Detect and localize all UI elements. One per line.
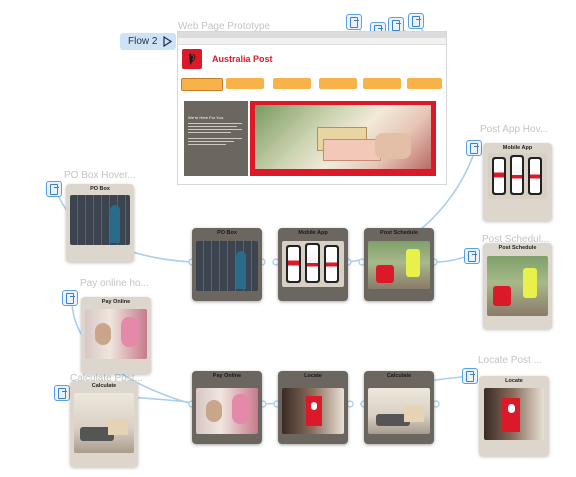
card-title: Calculate [91,383,117,389]
card-mobile-app-hover[interactable]: Mobile App [483,143,552,221]
brand-header: Australia Post [178,45,446,72]
screen-node-icon[interactable] [346,14,362,30]
browser-addressbar[interactable] [178,38,446,45]
screen-node-icon[interactable] [62,290,78,306]
screen-node-icon[interactable] [408,13,424,29]
hero-section: We're Here For You. [184,101,436,176]
card-pay-online[interactable]: Pay Online [192,371,262,444]
po-box-image [70,195,130,245]
card-title: Mobile App [502,145,533,151]
hero-body-lines [188,123,242,145]
card-po-box[interactable]: PO Box [192,228,262,301]
annotation-post-app-hover: Post App Hov... [480,124,549,135]
card-title: Locate [505,378,523,384]
card-title: Post Schedule [498,245,537,251]
nav-bar [181,78,443,91]
nav-item[interactable] [319,78,357,89]
card-title: Locate [304,373,322,379]
card-title: Pay Online [212,373,242,379]
card-post-schedule-hover[interactable]: Post Schedule [483,243,552,329]
nav-item[interactable] [363,78,401,89]
nav-item[interactable] [226,78,264,89]
card-calculate[interactable]: Calculate [364,371,434,444]
post-office-image [282,388,344,434]
annotation-po-box-hover: PO Box Hover... [64,170,136,181]
hero-image [250,101,436,176]
card-calculate-hover[interactable]: Calculate [70,381,138,467]
brand-name: Australia Post [212,54,273,64]
po-box-image [196,241,258,291]
delivery-image [368,241,430,289]
australia-post-logo[interactable] [182,49,202,69]
card-post-schedule[interactable]: Post Schedule [364,228,434,301]
card-pay-online-hover[interactable]: Pay Online [81,297,151,374]
hero-text-panel: We're Here For You. [184,101,248,176]
nav-item[interactable] [407,78,442,89]
delivery-image [487,256,548,316]
screen-node-icon[interactable] [464,248,480,264]
scale-image [368,388,430,434]
card-po-box-hover[interactable]: PO Box [66,184,134,262]
post-office-image [484,388,544,440]
screen-node-icon[interactable] [466,140,482,156]
flow-label: Flow 2 [128,36,158,47]
screen-node-icon[interactable] [462,368,478,384]
card-locate-hover[interactable]: Locate [479,376,549,456]
card-title: Post Schedule [380,230,418,236]
annotation-locate: Locate Post ... [478,355,542,366]
pay-online-image [85,309,147,359]
screen-node-icon[interactable] [54,385,70,401]
hero-heading: We're Here For You. [188,115,225,120]
card-mobile-app[interactable]: Mobile App [278,228,348,301]
annotation-pay-online-hover: Pay online ho... [80,278,149,289]
nav-item[interactable] [273,78,311,89]
card-locate[interactable]: Locate [278,371,348,444]
phones-image [488,153,547,199]
card-title: PO Box [90,186,110,192]
pay-online-image [196,388,258,434]
phones-image [282,241,344,287]
nav-item-home[interactable] [181,78,223,91]
card-title: Mobile App [298,230,328,236]
card-title: PO Box [217,230,237,236]
scale-image [74,393,134,453]
flow-badge[interactable]: Flow 2 [120,33,176,50]
screen-node-icon[interactable] [46,181,62,197]
card-title: Pay Online [101,299,131,305]
card-title: Calculate [386,373,412,379]
